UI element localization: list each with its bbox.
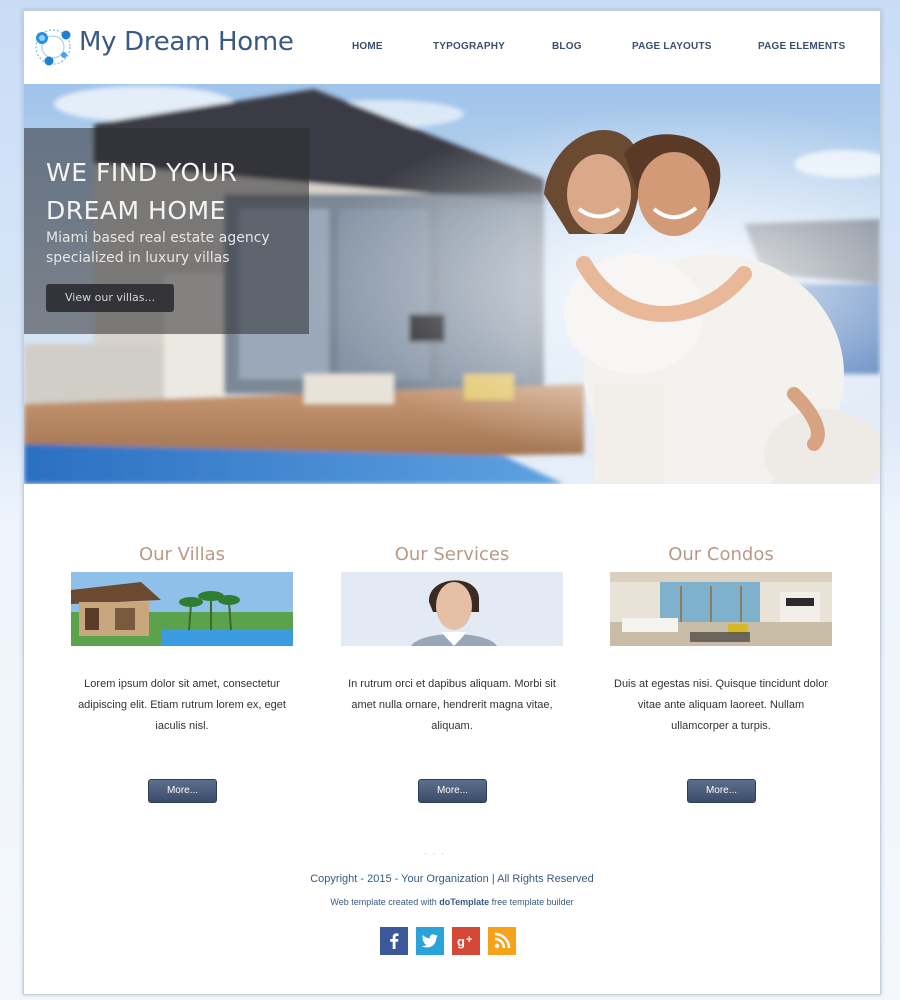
footer-divider: ··· (424, 849, 450, 858)
hero-headline: WE FIND YOUR DREAM HOME (46, 154, 306, 230)
view-villas-button[interactable]: View our villas... (46, 284, 174, 312)
page-container: My Dream Home HOME TYPOGRAPHY BLOG PAGE … (23, 10, 881, 995)
feature-title: Our Services (394, 544, 510, 565)
nav-home[interactable]: HOME (352, 41, 383, 52)
hero-banner: WE FIND YOUR DREAM HOME Miami based real… (24, 84, 880, 484)
svg-text:g: g (457, 934, 465, 949)
feature-title: Our Condos (668, 544, 774, 565)
condos-more-button[interactable]: More... (687, 779, 756, 803)
villa-thumbnail[interactable] (71, 572, 293, 646)
villas-more-button[interactable]: More... (148, 779, 217, 803)
feature-villas: Our Villas Lorem ipsum dolor sit amet, c… (71, 542, 293, 803)
rss-icon[interactable] (488, 927, 516, 955)
feature-condos: Our Condos Duis at egestas nisi. Quisque… (610, 542, 832, 803)
twitter-icon[interactable] (416, 927, 444, 955)
main-nav: HOME TYPOGRAPHY BLOG PAGE LAYOUTS PAGE E… (24, 41, 880, 57)
credit-brand-link[interactable]: doTemplate (439, 897, 489, 907)
services-thumbnail[interactable] (341, 572, 563, 646)
nav-page-elements[interactable]: PAGE ELEMENTS (758, 41, 845, 52)
credit-prefix: Web template created with (330, 897, 440, 907)
feature-description: Duis at egestas nisi. Quisque tincidunt … (614, 678, 829, 732)
feature-title: Our Villas (138, 544, 226, 565)
hero-subtitle: Miami based real estate agency specializ… (46, 228, 306, 268)
nav-blog[interactable]: BLOG (552, 41, 582, 52)
google-plus-icon[interactable]: g + (452, 927, 480, 955)
feature-description: In rutrum orci et dapibus aliquam. Morbi… (348, 678, 556, 732)
site-header: My Dream Home HOME TYPOGRAPHY BLOG PAGE … (24, 11, 880, 84)
hero-caption-box: WE FIND YOUR DREAM HOME Miami based real… (24, 128, 309, 334)
facebook-icon[interactable] (380, 927, 408, 955)
feature-services: Our Services In rutrum orci et dapibus a… (341, 542, 563, 803)
template-credit: Web template created with doTemplate fre… (24, 897, 880, 907)
hero-subtitle-line1: Miami based real estate agency (46, 230, 270, 246)
hero-subtitle-line2: specialized in luxury villas (46, 250, 230, 266)
condos-thumbnail[interactable] (610, 572, 832, 646)
nav-page-layouts[interactable]: PAGE LAYOUTS (632, 41, 712, 52)
hero-headline-line2: DREAM HOME (46, 196, 226, 225)
services-more-button[interactable]: More... (418, 779, 487, 803)
svg-text:+: + (466, 934, 472, 946)
hero-headline-line1: WE FIND YOUR (46, 158, 238, 187)
copyright-text: Copyright - 2015 - Your Organization | A… (310, 873, 594, 885)
feature-description: Lorem ipsum dolor sit amet, consectetur … (78, 678, 286, 732)
nav-typography[interactable]: TYPOGRAPHY (433, 41, 505, 52)
credit-suffix: free template builder (489, 897, 574, 907)
social-links: g + (380, 927, 524, 955)
